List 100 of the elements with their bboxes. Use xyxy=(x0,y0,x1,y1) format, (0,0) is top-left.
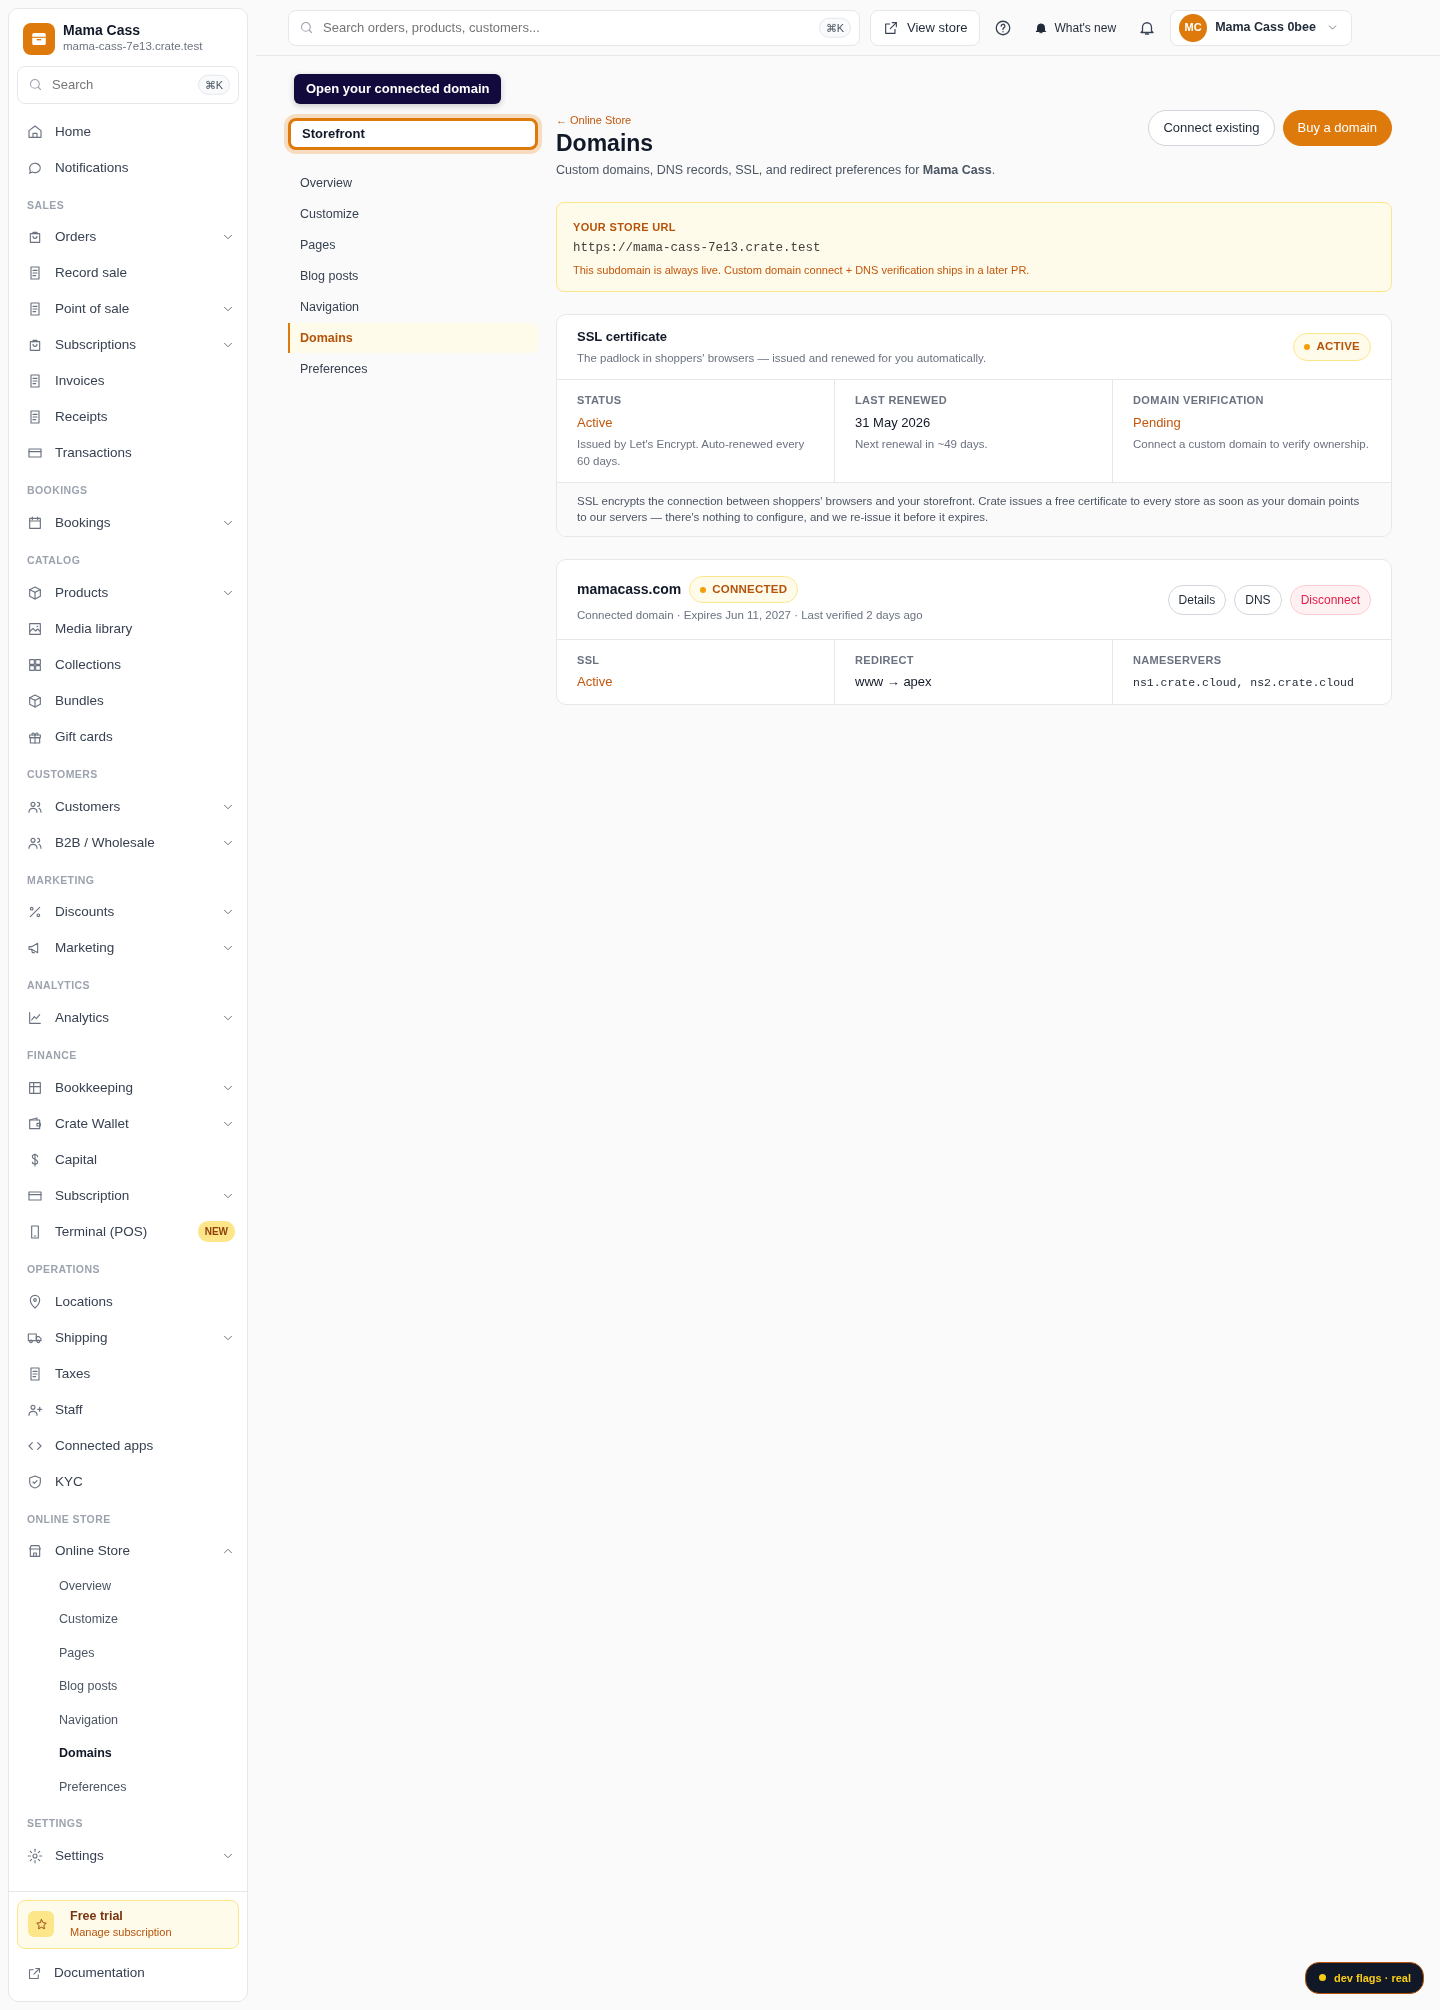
manage-subscription-link[interactable]: Manage subscription xyxy=(70,1923,172,1940)
sidebar-item[interactable]: Settings xyxy=(9,1837,247,1874)
sidebar-item-label: Subscription xyxy=(55,1186,131,1205)
sidebar-item[interactable]: Invoices xyxy=(9,363,247,400)
view-store-button[interactable]: View store xyxy=(870,9,981,46)
disconnect-button[interactable]: Disconnect xyxy=(1289,585,1371,616)
sidebar-item-label: Invoices xyxy=(55,372,106,391)
sidebar-item[interactable]: KYC xyxy=(9,1463,247,1500)
gear-icon xyxy=(27,1847,43,1864)
whats-new-button[interactable]: What's new xyxy=(1026,14,1125,41)
sidebar-item[interactable]: Orders xyxy=(9,219,247,256)
document-icon xyxy=(27,409,43,426)
sidebar-item[interactable]: Terminal (POS) NEW xyxy=(9,1213,247,1250)
search-icon xyxy=(28,77,43,93)
page-title: Domains xyxy=(556,129,655,158)
sidebar-item[interactable]: Discounts xyxy=(9,894,247,931)
sidebar-item[interactable]: Point of sale xyxy=(9,291,247,328)
sidebar-subitem[interactable]: Domains xyxy=(9,1736,247,1771)
sidebar-item[interactable]: Marketing xyxy=(9,930,247,967)
status-pill: CONNECTED xyxy=(689,576,799,604)
sidebar-item[interactable]: Bookings xyxy=(9,505,247,542)
free-trial-card[interactable]: Free trial Manage subscription xyxy=(17,1899,239,1949)
sidebar-item-label: Shipping xyxy=(55,1328,109,1347)
domain-action-button[interactable]: Details xyxy=(1167,585,1227,616)
pin-icon xyxy=(27,1293,43,1310)
section-label: CUSTOMERS xyxy=(26,766,99,782)
sidebar-subitem[interactable]: Overview xyxy=(9,1569,247,1603)
subnav-item[interactable]: Preferences xyxy=(288,354,538,384)
sidebar-item[interactable]: Locations xyxy=(9,1283,247,1320)
sidebar-item[interactable]: Products xyxy=(9,574,247,611)
sidebar-item-label: Terminal (POS) xyxy=(55,1222,149,1241)
sidebar-item[interactable]: Home xyxy=(9,113,247,150)
sidebar-item-label: Connected apps xyxy=(55,1436,155,1455)
tooltip: Open your connected domain xyxy=(294,74,502,104)
sidebar-item-label: Crate Wallet xyxy=(55,1114,130,1133)
sidebar-item-label: Marketing xyxy=(55,939,116,958)
sidebar-item-label: Media library xyxy=(55,619,134,638)
subnav-item[interactable]: Customize xyxy=(288,199,538,229)
field-label: LAST RENEWED xyxy=(855,393,948,409)
sidebar-item[interactable]: Subscriptions xyxy=(9,327,247,364)
sidebar-item-label: Analytics xyxy=(55,1009,111,1027)
sidebar-subitem[interactable]: Customize xyxy=(9,1602,247,1637)
store-name: Mama Cass xyxy=(63,23,142,39)
connect-button[interactable]: Connect existing xyxy=(1148,110,1275,146)
sidebar-item[interactable]: Connected apps xyxy=(9,1427,247,1464)
subnav-item[interactable]: Blog posts xyxy=(288,261,538,291)
documentation-label[interactable]: Documentation xyxy=(54,1962,145,1984)
field-label: STATUS xyxy=(577,393,623,409)
dev-flags-badge[interactable]: dev flags · real xyxy=(1304,1961,1424,1994)
sidebar-item[interactable]: Capital xyxy=(9,1141,247,1178)
sidebar-item[interactable]: Media library xyxy=(9,610,247,647)
sidebar-item[interactable]: B2B / Wholesale xyxy=(9,824,247,861)
sidebar-item-label: Receipts xyxy=(55,408,109,427)
trial-title: Free trial xyxy=(70,1908,124,1924)
sidebar-subitem[interactable]: Blog posts xyxy=(9,1669,247,1704)
sidebar-item[interactable]: Analytics xyxy=(9,1000,247,1037)
sidebar-item[interactable]: Notifications xyxy=(9,149,247,186)
sidebar-item[interactable]: Staff xyxy=(9,1391,247,1428)
sidebar-item-label: Bundles xyxy=(55,691,105,710)
sidebar-item[interactable]: Online Store xyxy=(9,1533,247,1570)
sidebar-item[interactable]: Record sale xyxy=(9,255,247,292)
subnav-item[interactable]: Pages xyxy=(288,230,538,260)
sidebar-subitem[interactable]: Pages xyxy=(9,1636,247,1670)
sidebar-subitem[interactable]: Preferences xyxy=(9,1770,247,1804)
domain-action-button[interactable]: DNS xyxy=(1234,585,1282,616)
back-link[interactable]: ← Online Store xyxy=(556,114,632,126)
status-pill: ACTIVE xyxy=(1293,333,1371,361)
field-value: Pending xyxy=(1133,413,1182,432)
sidebar-subitem[interactable]: Navigation xyxy=(9,1703,247,1737)
calendar-icon xyxy=(27,515,43,532)
sidebar-item[interactable]: Shipping xyxy=(9,1319,247,1356)
table-icon xyxy=(27,1079,43,1096)
store-url: mama-cass-7e13.crate.test xyxy=(63,39,203,55)
sidebar-item-label: Taxes xyxy=(55,1364,92,1383)
cube-icon xyxy=(27,692,43,709)
document-icon xyxy=(27,265,43,282)
shield-icon xyxy=(27,1473,43,1490)
sidebar-item[interactable]: Receipts xyxy=(9,399,247,436)
account-menu-button[interactable]: MC Mama Cass 0bee xyxy=(1170,9,1353,46)
sidebar-item[interactable]: Gift cards xyxy=(9,718,247,755)
sidebar-item-label: Orders xyxy=(55,228,98,247)
store-icon xyxy=(27,1543,43,1560)
subnav-item[interactable]: Navigation xyxy=(288,292,538,322)
grid-icon xyxy=(27,656,43,673)
sidebar-item[interactable]: Subscription xyxy=(9,1177,247,1214)
subnav-item[interactable]: Overview xyxy=(288,168,538,198)
section-label: FINANCE xyxy=(26,1048,78,1064)
sidebar-item[interactable]: Customers xyxy=(9,788,247,825)
sidebar-item[interactable]: Collections xyxy=(9,646,247,683)
sidebar-item[interactable]: Taxes xyxy=(9,1355,247,1392)
sidebar-item[interactable]: Transactions xyxy=(9,435,247,472)
sidebar-item[interactable]: Bookkeeping xyxy=(9,1069,247,1106)
panel-note: This subdomain is always live. Custom domain connect + DNS verification ships in a later PR. xyxy=(573,263,1031,279)
sidebar-item[interactable]: Crate Wallet xyxy=(9,1105,247,1142)
sidebar-item-label: Subscriptions xyxy=(55,336,138,355)
domain-name: mamacass.com xyxy=(577,580,682,600)
subnav-item[interactable]: Domains xyxy=(288,323,538,353)
store-logo[interactable] xyxy=(23,23,55,56)
sidebar-item[interactable]: Bundles xyxy=(9,682,247,719)
section-label: BOOKINGS xyxy=(26,483,89,499)
